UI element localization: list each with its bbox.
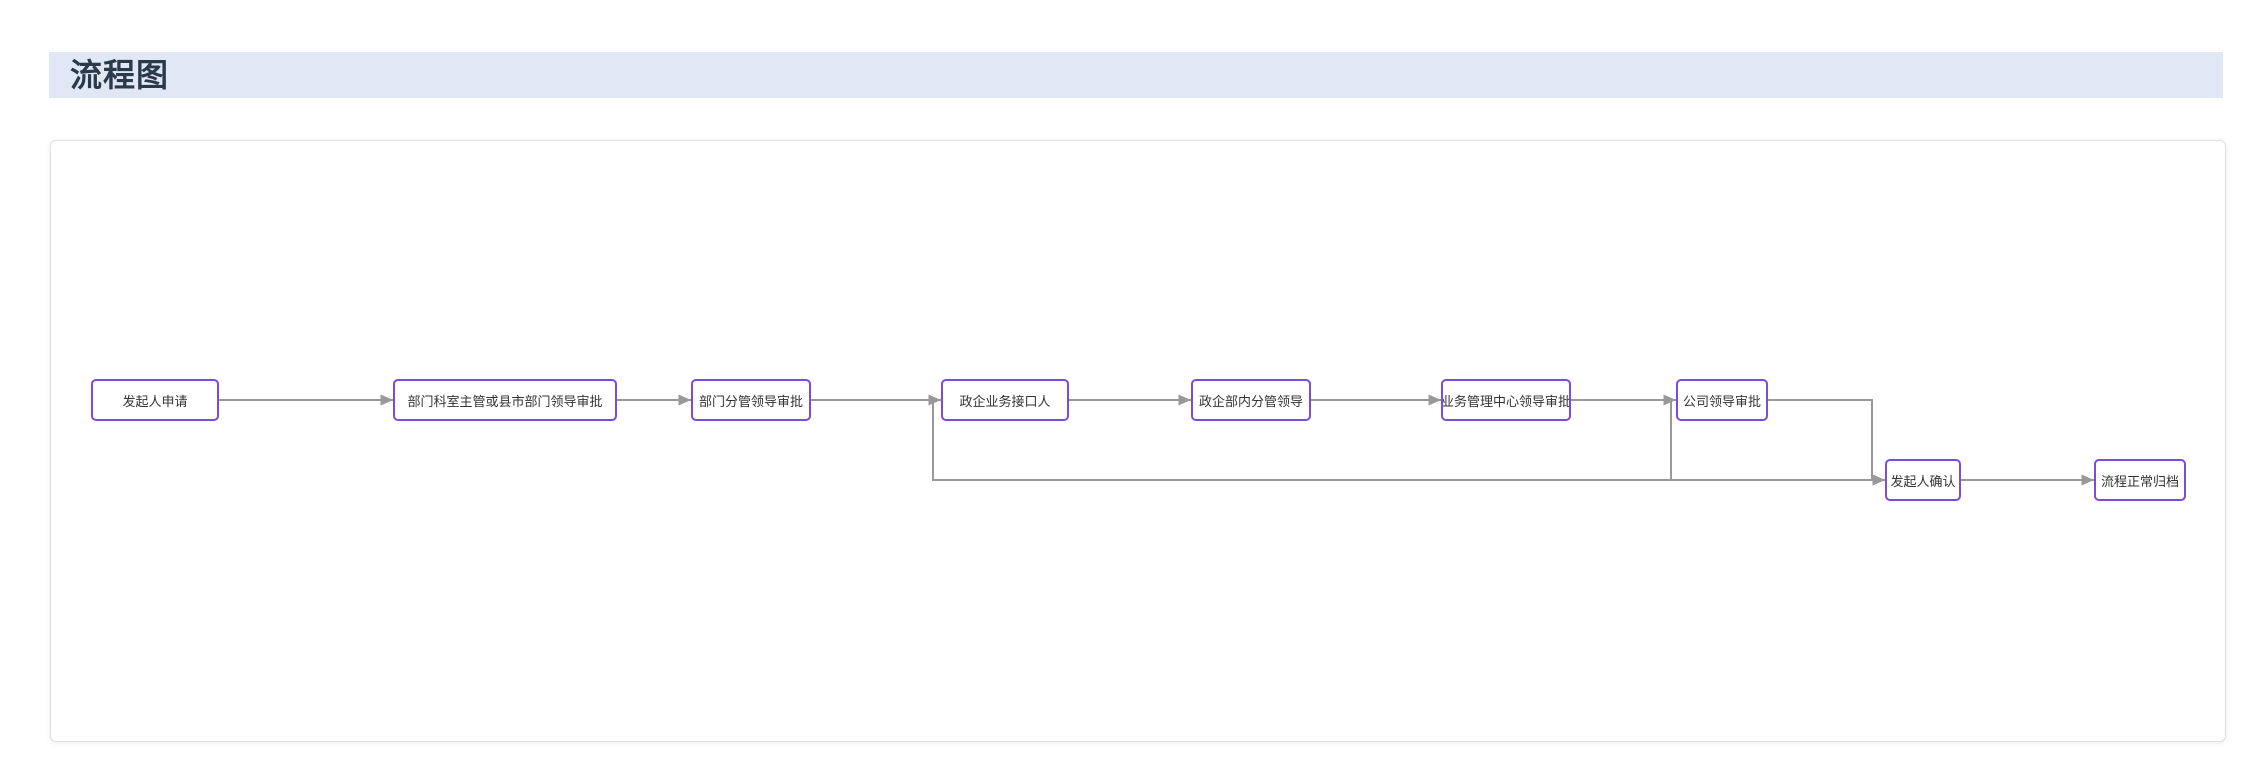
flow-node-dept-leader-approve[interactable]: 部门分管领导审批 [691, 379, 811, 421]
flow-node-initiator-confirm[interactable]: 发起人确认 [1885, 459, 1961, 501]
flow-node-dept-internal-leader[interactable]: 政企部内分管领导 [1191, 379, 1311, 421]
page: 流程图 发起人申请 部门科室主管或县市部门领导审批 部门分管领导审批 政企业务接… [0, 0, 2262, 778]
flow-node-dept-supervisor-approve[interactable]: 部门科室主管或县市部门领导审批 [393, 379, 617, 421]
section-header: 流程图 [49, 52, 2223, 98]
flow-node-center-leader-approve[interactable]: 业务管理中心领导审批 [1441, 379, 1571, 421]
flow-edge-n7-n8 [1768, 399, 1885, 486]
flowchart-edges [219, 394, 2094, 486]
flow-node-archive[interactable]: 流程正常归档 [2094, 459, 2186, 501]
flow-node-business-contact[interactable]: 政企业务接口人 [941, 379, 1069, 421]
flow-node-company-leader-approve[interactable]: 公司领导审批 [1676, 379, 1768, 421]
flow-node-initiator-apply[interactable]: 发起人申请 [91, 379, 219, 421]
flowchart-card: 发起人申请 部门科室主管或县市部门领导审批 部门分管领导审批 政企业务接口人 政… [50, 140, 2226, 742]
page-title: 流程图 [70, 56, 170, 94]
